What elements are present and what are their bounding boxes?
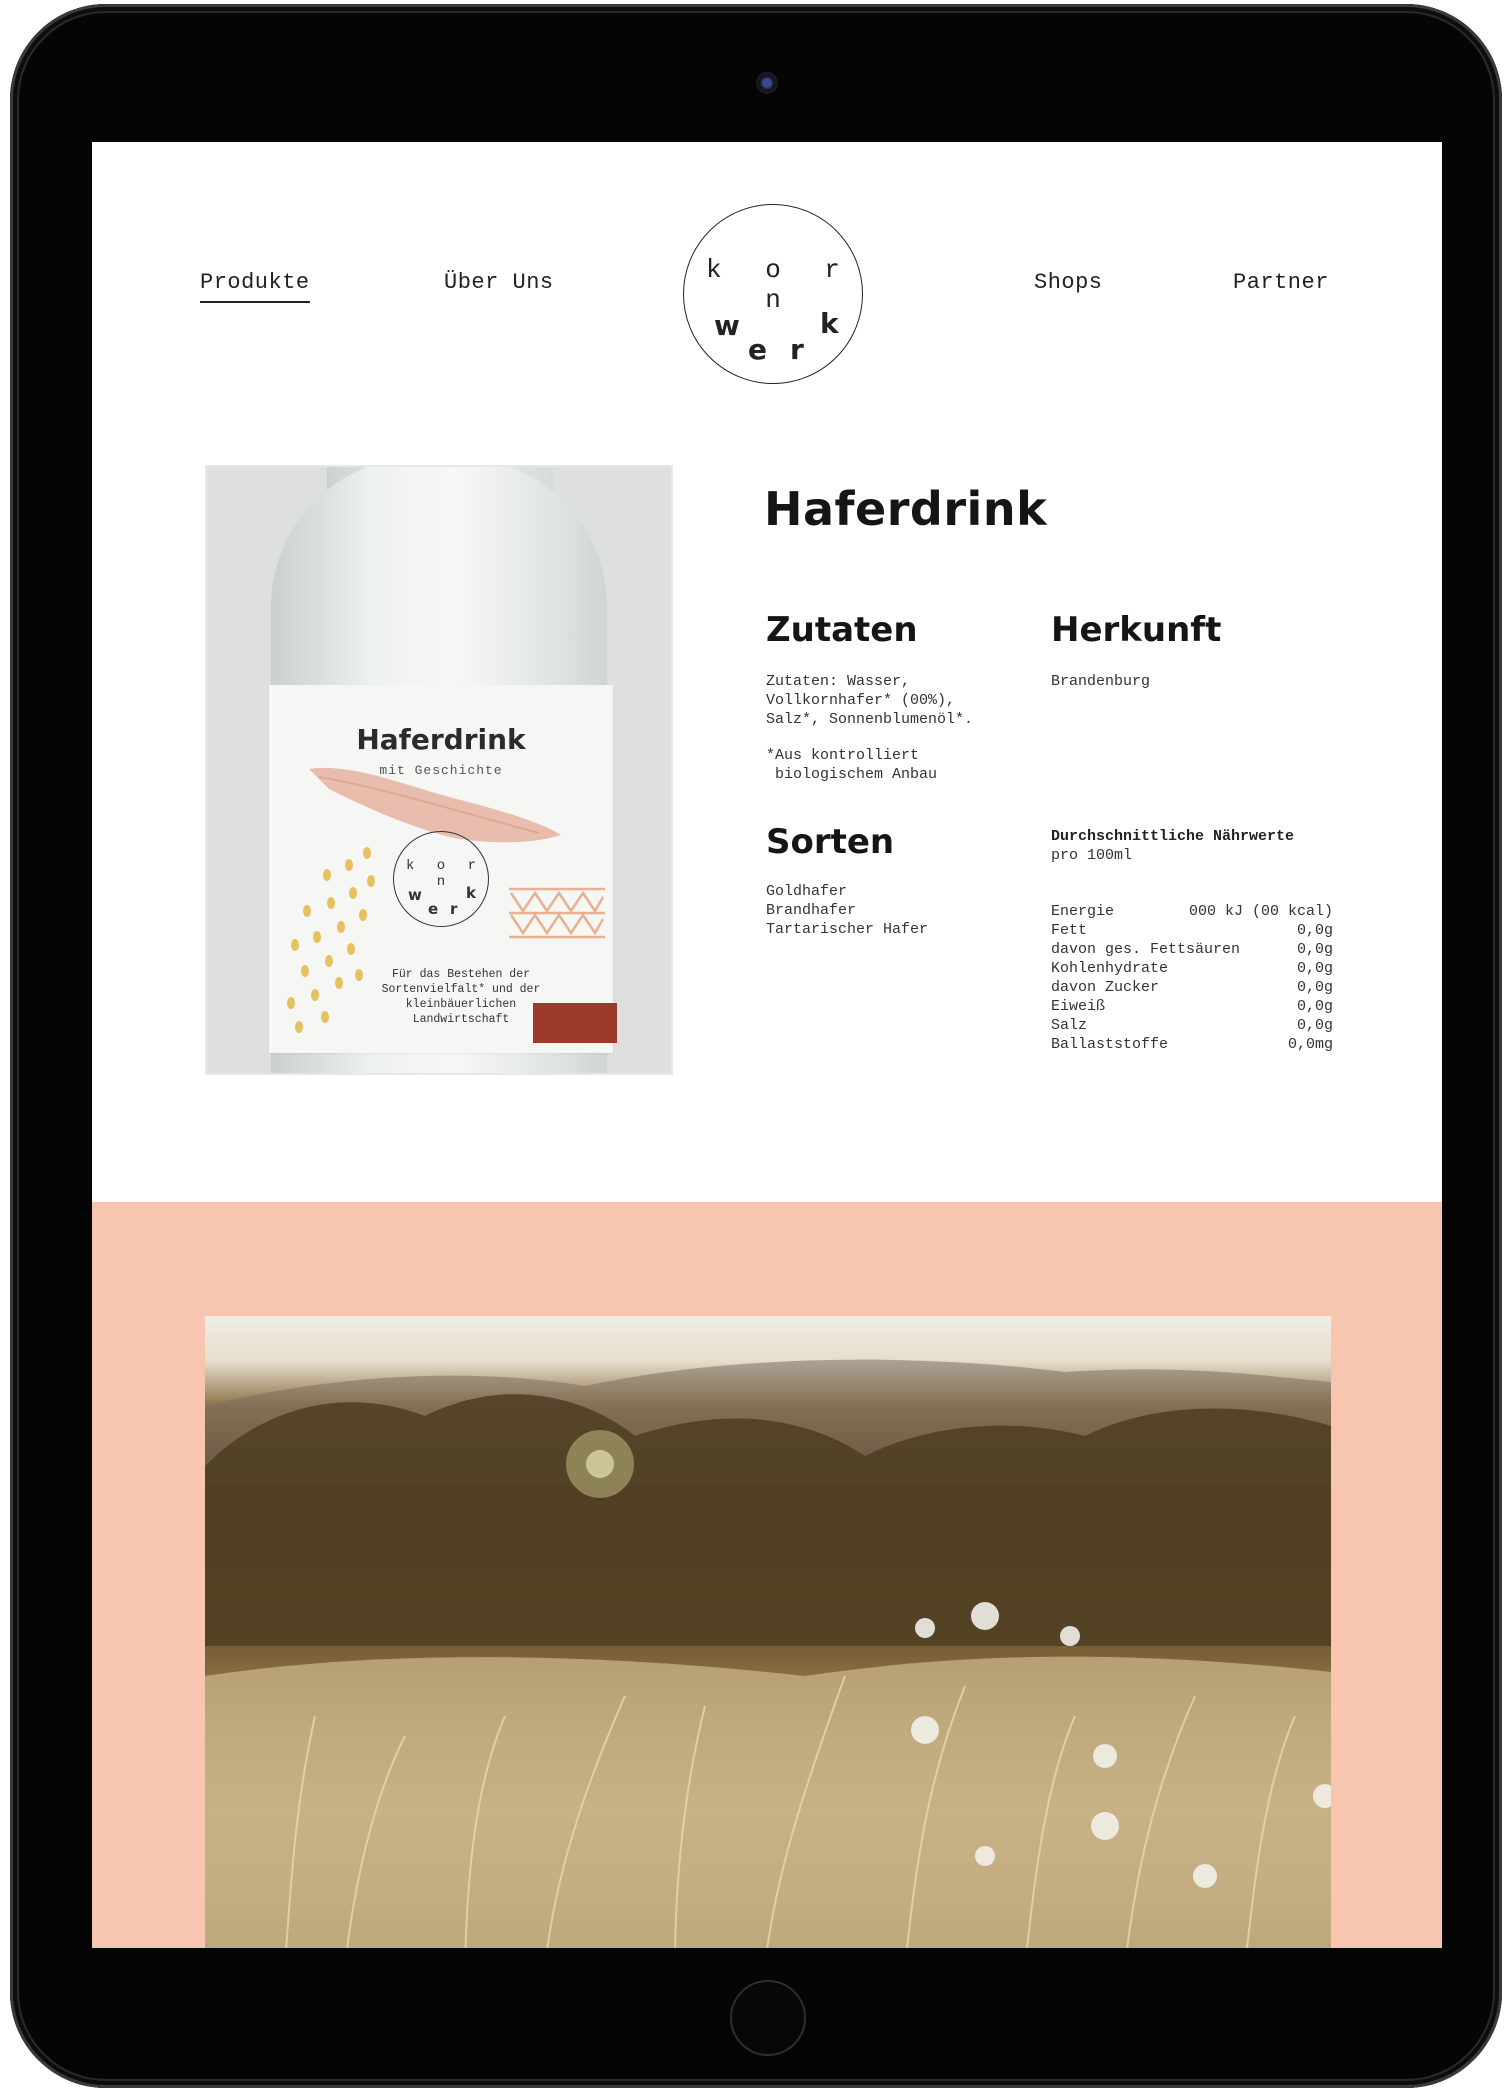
table-row: Salz 0,0g — [1051, 1016, 1333, 1035]
nutri-value: 0,0g — [1296, 941, 1333, 958]
table-row: Eiweiß 0,0g — [1051, 997, 1333, 1016]
logo-text-korn: k o r n — [705, 255, 854, 315]
sorten-heading: Sorten — [766, 822, 895, 862]
bottle-label: Haferdrink mit Geschichte k o r n w e r … — [269, 685, 617, 1053]
zutaten-heading: Zutaten — [766, 610, 918, 650]
table-row: Energie 000 kJ (00 kcal) — [1051, 902, 1333, 921]
logo-letter-e: e — [748, 333, 767, 366]
nutri-label: davon Zucker — [1051, 979, 1160, 996]
label-subtitle: mit Geschichte — [379, 763, 503, 778]
nutri-value: 000 kJ (00 kcal) — [1188, 903, 1333, 920]
label-text: Für das Bestehen der Sortenvielfalt* und… — [381, 968, 541, 1026]
nutri-value: 0,0g — [1296, 998, 1333, 1015]
herkunft-heading: Herkunft — [1051, 610, 1222, 650]
nutri-value: 0,0g — [1296, 960, 1333, 977]
nav-produkte[interactable]: Produkte — [200, 270, 310, 303]
nutri-value: 0,0mg — [1287, 1036, 1333, 1053]
label-logo-letter-k: k — [466, 884, 476, 902]
label-logo-letter-r: r — [450, 900, 458, 918]
label-logo: k o r n w e r k — [393, 831, 489, 927]
product-title: Haferdrink — [764, 482, 1048, 536]
nutri-value: 0,0g — [1296, 979, 1333, 996]
table-row: Kohlenhydrate 0,0g — [1051, 959, 1333, 978]
logo-letter-r: r — [790, 333, 804, 366]
nav-ueber-uns[interactable]: Über Uns — [444, 270, 554, 295]
table-row: davon Zucker 0,0g — [1051, 978, 1333, 997]
zutaten-text: Zutaten: Wasser, Vollkornhafer* (00%), S… — [766, 673, 974, 728]
herkunft-text: Brandenburg — [1051, 673, 1151, 690]
sorten-list: Goldhafer Brandhafer Tartarischer Hafer — [766, 883, 929, 938]
nutri-label: Ballaststoffe — [1051, 1036, 1169, 1053]
table-row: davon ges. Fettsäuren 0,0g — [1051, 940, 1333, 959]
table-row: Ballaststoffe 0,0mg — [1051, 1035, 1333, 1054]
logo-letter-w: w — [714, 309, 740, 342]
meadow-photo — [205, 1316, 1331, 1948]
nav-shops[interactable]: Shops — [1034, 270, 1103, 295]
nutri-value: 0,0g — [1296, 1017, 1333, 1034]
label-title: Haferdrink — [356, 723, 526, 756]
tablet-frame: Produkte Über Uns Shops Partner k o r n … — [10, 4, 1502, 2088]
nav-partner[interactable]: Partner — [1233, 270, 1329, 295]
naehrwerte-table: Energie 000 kJ (00 kcal) Fett 0,0g davon g… — [1051, 902, 1333, 1054]
label-logo-letter-e: e — [428, 900, 439, 918]
home-button[interactable] — [730, 1980, 806, 2056]
kornwerk-logo[interactable]: k o r n w e r k — [683, 204, 863, 384]
nutri-value: 0,0g — [1296, 922, 1333, 939]
nutri-label: davon ges. Fettsäuren — [1051, 941, 1241, 958]
naehrwerte-title: Durchschnittliche Nährwerte — [1051, 828, 1295, 845]
front-camera — [756, 72, 778, 94]
naehrwerte-subtitle: pro 100ml — [1051, 847, 1133, 864]
nutri-label: Salz — [1051, 1017, 1088, 1034]
browser-screen: Produkte Über Uns Shops Partner k o r n … — [92, 142, 1442, 1948]
nutri-label: Energie — [1051, 903, 1115, 920]
zigzag-pattern-graphic — [509, 887, 605, 939]
table-row: Fett 0,0g — [1051, 921, 1333, 940]
hero-section — [92, 1202, 1442, 1948]
label-logo-letter-w: w — [408, 886, 422, 904]
label-red-block — [533, 1003, 617, 1043]
nutri-label: Eiweiß — [1051, 998, 1106, 1015]
product-bottle-image: Haferdrink mit Geschichte k o r n w e r … — [205, 465, 673, 1075]
meadow-photo-art — [205, 1359, 1331, 1948]
logo-letter-k: k — [820, 307, 839, 340]
nutri-label: Kohlenhydrate — [1051, 960, 1169, 977]
nutri-label: Fett — [1051, 922, 1088, 939]
zutaten-note: *Aus kontrolliert biologischem Anbau — [766, 747, 938, 783]
